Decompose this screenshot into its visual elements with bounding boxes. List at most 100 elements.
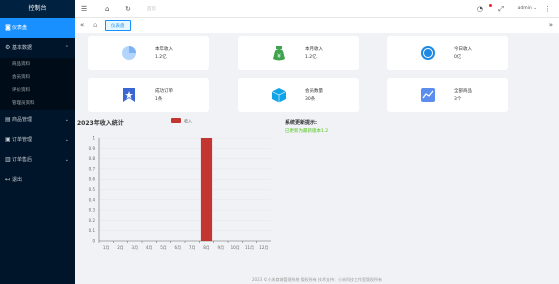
sidebar-item-label: 退出: [12, 177, 23, 183]
y-tick-label: 0.4: [89, 197, 96, 202]
sidebar-item-5[interactable]: ↤ 退出: [0, 170, 75, 190]
y-tick-label: 0.6: [89, 177, 96, 182]
x-tick-label: 2月: [117, 245, 124, 250]
tab-home-icon[interactable]: ⌂: [93, 20, 97, 30]
sidebar-item-label: 订单管理: [12, 137, 33, 143]
stat-card: 成功订单 1条: [88, 78, 209, 112]
stat-value: 1.2亿: [155, 55, 167, 60]
tab-bar: « ⌂ 仪表盘 »: [75, 18, 559, 33]
order-icon: ▣: [5, 136, 11, 143]
gear-icon: ⚙: [5, 44, 11, 51]
notification-dot: [489, 4, 492, 7]
stat-card: 全部商品 3个: [387, 78, 508, 112]
chevron-down-icon: ⌄: [533, 6, 537, 11]
stat-value: 30条: [305, 97, 316, 102]
submenu-item-1[interactable]: 会员资料: [0, 71, 75, 84]
sidebar-menu: ◙仪表盘 ⚙ 基本数据 ⌃ 商品资料 会员资料 评价资料 管理员资料 ▤商品管理 ⌄ ▣订单管理 ⌄ ▥…: [0, 18, 75, 190]
bookmark-icon: [123, 88, 135, 102]
chart-title: 2023年收入统计: [77, 120, 124, 127]
x-tick-label: 10月: [231, 245, 240, 250]
user-menu[interactable]: admin ⌄: [518, 6, 537, 11]
x-tick-label: 4月: [146, 245, 153, 250]
menu-toggle-icon[interactable]: ☰: [81, 4, 87, 14]
legend-swatch: [171, 118, 181, 123]
user-name: admin: [517, 6, 532, 11]
tab-scroll-left-icon[interactable]: «: [80, 20, 84, 30]
chevron-down-icon: ⌄: [64, 117, 69, 123]
stat-label: 全部商品: [454, 89, 472, 94]
income-chart: 1 0.9 0.8 0.7 0.6 0.5 0.4 0.3 0.2 0.1 0 1月 2月 3月 4月 5月 6…: [89, 117, 271, 250]
sidebar-item-label: 基本数据: [12, 45, 33, 51]
stat-value: 3个: [454, 97, 462, 102]
home-icon[interactable]: ⌂: [105, 4, 109, 14]
x-tick-label: 11月: [245, 245, 254, 250]
main-area: ☰ ⌂ ↻ 首页 ◔ ⤢ admin ⌄ ⋮ « ⌂ 仪表盘 » 本年收入 1.2…: [75, 0, 559, 284]
stat-value: 1.2亿: [305, 55, 317, 60]
sidebar-item-4[interactable]: ▥订单售后 ⌄: [0, 150, 75, 170]
submenu-item-2[interactable]: 评价资料: [0, 84, 75, 97]
sidebar: 控制台 ◙仪表盘 ⚙ 基本数据 ⌃ 商品资料 会员资料 评价资料 管理员资料 ▤商品管理 ⌄ ▣订单…: [0, 0, 75, 284]
top-header: ☰ ⌂ ↻ 首页 ◔ ⤢ admin ⌄ ⋮: [75, 0, 559, 18]
stat-label: 今日收入: [454, 47, 472, 52]
footer: 2023 ©小米商城管理系统 版权所有 技术支持：小米科技工作室版权所有: [252, 277, 382, 282]
bell-icon[interactable]: ◔: [477, 4, 483, 14]
trend-icon: [421, 88, 435, 102]
submenu-item-3[interactable]: 管理员资料: [0, 97, 75, 110]
fullscreen-icon[interactable]: ⤢: [498, 4, 504, 14]
sidebar-item-2[interactable]: ▤商品管理 ⌄: [0, 110, 75, 130]
stat-label: 本月收入: [305, 47, 323, 52]
x-tick-label: 3月: [132, 245, 139, 250]
submenu-item-0[interactable]: 商品资料: [0, 58, 75, 71]
x-tick-label: 8月: [203, 245, 210, 250]
y-tick-label: 0.8: [89, 156, 96, 161]
stat-card: 本年收入 1.2亿: [88, 36, 209, 70]
stat-label: 本年收入: [155, 47, 173, 52]
system-update-title: 系统更新提示:: [285, 120, 318, 126]
bar: [200, 138, 213, 241]
sidebar-item-label: 订单售后: [12, 157, 33, 163]
logout-icon: ↤: [5, 176, 11, 183]
after-sale-icon: ▥: [5, 156, 11, 163]
money-bag-icon: ¥: [273, 46, 285, 61]
sidebar-item-label: 仪表盘: [12, 25, 28, 31]
chevron-down-icon: ⌄: [64, 157, 69, 163]
stat-value: 1条: [155, 97, 163, 102]
legend-label: 收入: [184, 117, 192, 123]
shop-icon: ▤: [5, 116, 11, 123]
sidebar-item-0[interactable]: ◙仪表盘: [0, 18, 75, 38]
x-tick-label: 1月: [103, 245, 110, 250]
sidebar-item-1[interactable]: ⚙ 基本数据 ⌃: [0, 38, 75, 58]
tab-scroll-right-icon[interactable]: »: [549, 20, 553, 30]
stat-card: 会员数量 30条: [238, 78, 359, 112]
x-tick-label: 5月: [160, 245, 167, 250]
sidebar-item-3[interactable]: ▣订单管理 ⌄: [0, 130, 75, 150]
sidebar-item-label: 商品管理: [12, 117, 33, 123]
coin-icon: [421, 46, 435, 60]
y-tick-label: 0.5: [89, 187, 96, 192]
y-tick-label: 0.1: [89, 228, 96, 233]
pie-chart-icon: [122, 46, 136, 60]
y-tick-label: 0.2: [89, 218, 96, 223]
stat-card: 今日收入 0亿: [387, 36, 508, 70]
y-tick-label: 0.3: [89, 208, 96, 213]
dashboard-icon: ◙: [5, 24, 11, 31]
stat-card: ¥ 本月收入 1.2亿: [238, 36, 359, 70]
y-tick-label: 1: [92, 136, 95, 141]
stat-label: 会员数量: [305, 89, 323, 94]
system-update-text: 已更新为最新版本1.2: [285, 129, 329, 134]
x-tick-label: 9月: [218, 245, 225, 250]
cube-icon: [271, 88, 287, 103]
x-tick-label: 12月: [259, 245, 268, 250]
y-tick-label: 0.9: [89, 146, 96, 151]
app-logo: 控制台: [0, 0, 75, 18]
submenu-basic-data: 商品资料 会员资料 评价资料 管理员资料: [0, 58, 75, 110]
y-tick-label: 0.7: [89, 166, 96, 171]
breadcrumb[interactable]: 首页: [147, 6, 156, 12]
tab-dashboard[interactable]: 仪表盘: [105, 20, 131, 31]
chevron-down-icon: ⌄: [64, 137, 69, 143]
y-tick-label: 0: [92, 239, 95, 244]
x-tick-label: 7月: [189, 245, 196, 250]
stat-label: 成功订单: [155, 89, 173, 94]
more-icon[interactable]: ⋮: [544, 4, 551, 14]
refresh-icon[interactable]: ↻: [125, 4, 131, 14]
